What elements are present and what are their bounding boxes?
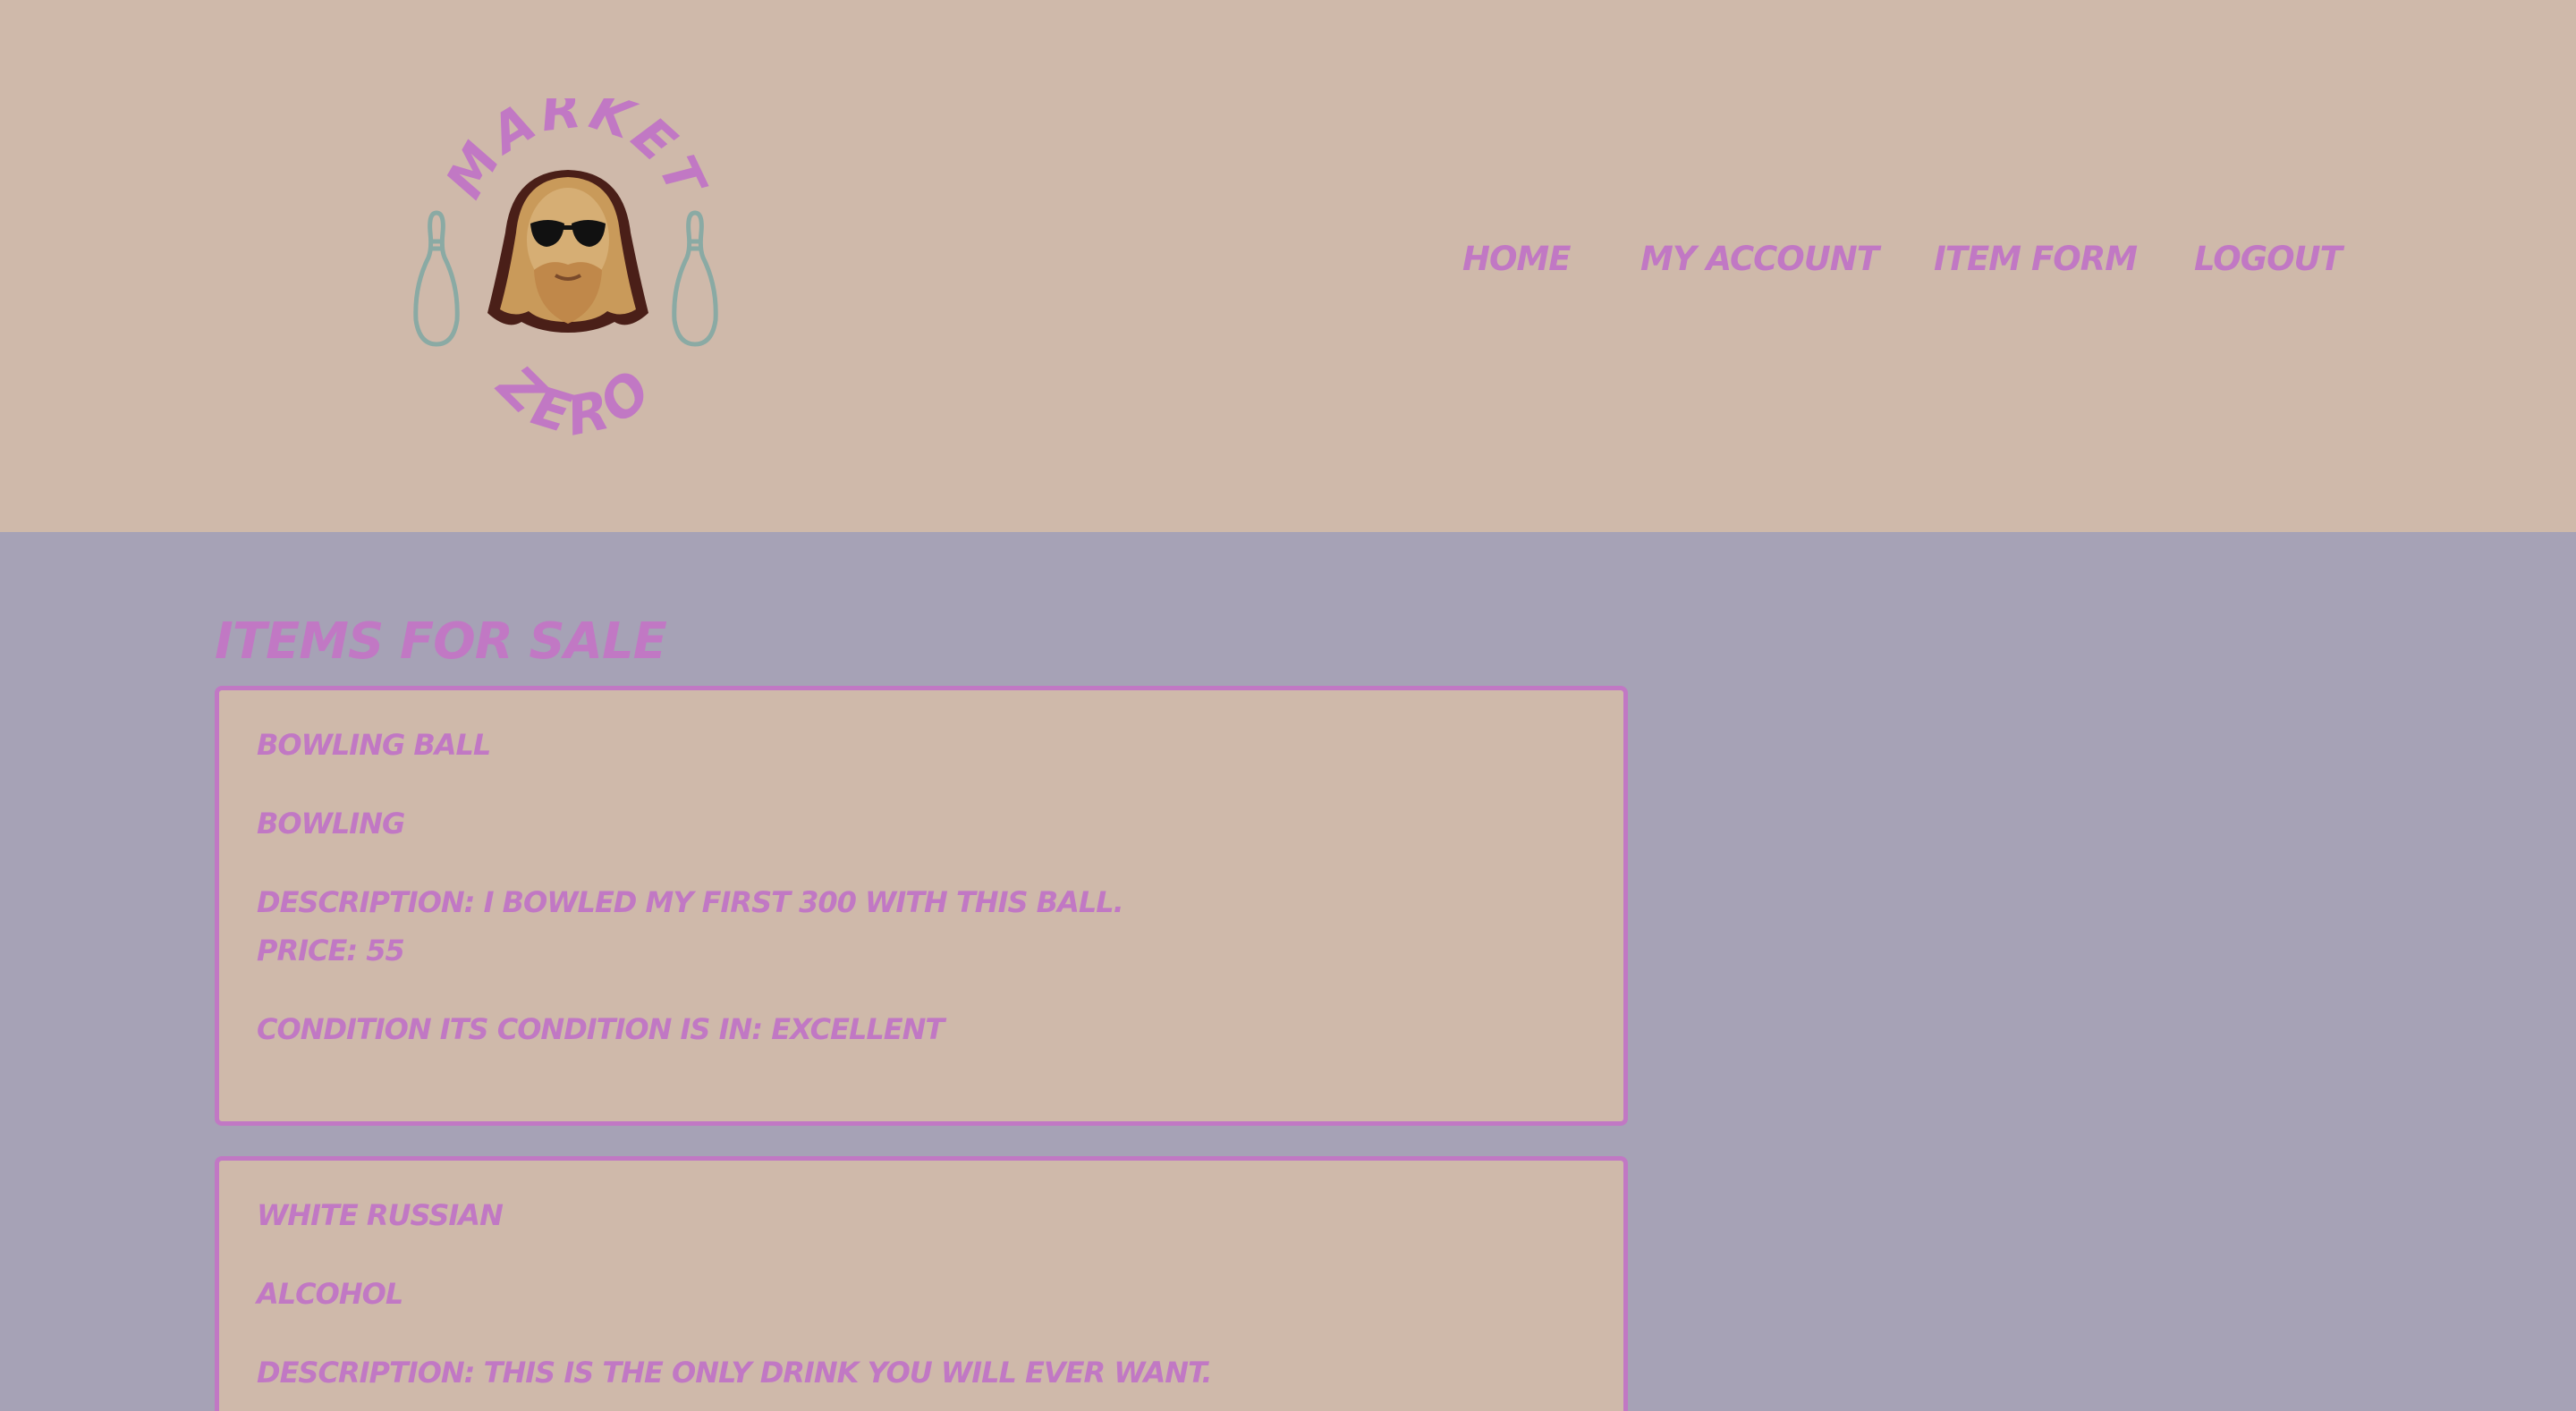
item-name: WHITE RUSSIAN xyxy=(257,1198,504,1232)
nav-link-home[interactable]: HOME xyxy=(1462,240,1572,278)
item-description: DESCRIPTION: THIS IS THE ONLY DRINK YOU … xyxy=(257,1356,1213,1390)
item-card[interactable]: WHITE RUSSIAN ALCOHOL DESCRIPTION: THIS … xyxy=(215,1156,1628,1411)
svg-text:ZERO: ZERO xyxy=(485,353,669,438)
nav-link-my-account[interactable]: MY ACCOUNT xyxy=(1640,240,1879,278)
item-card[interactable]: BOWLING BALL BOWLING DESCRIPTION: I BOWL… xyxy=(215,686,1628,1126)
main-nav: HOME MY ACCOUNT ITEM FORM LOGOUT xyxy=(0,240,2576,293)
nav-link-item-form[interactable]: ITEM FORM xyxy=(1934,240,2138,278)
item-category: BOWLING xyxy=(257,807,405,841)
item-name: BOWLING BALL xyxy=(257,728,491,762)
site-header: MARKET ZERO HOME MY ACCOUNT ITEM FORM LO… xyxy=(0,0,2576,532)
item-category: ALCOHOL xyxy=(257,1277,403,1311)
page-title: ITEMS FOR SALE xyxy=(215,613,667,671)
item-price: PRICE: 55 xyxy=(257,934,405,967)
nav-link-logout[interactable]: LOGOUT xyxy=(2194,240,2343,278)
item-description: DESCRIPTION: I BOWLED MY FIRST 300 WITH … xyxy=(257,885,1124,919)
item-condition: CONDITION ITS CONDITION IS IN: EXCELLENT xyxy=(257,1012,945,1046)
